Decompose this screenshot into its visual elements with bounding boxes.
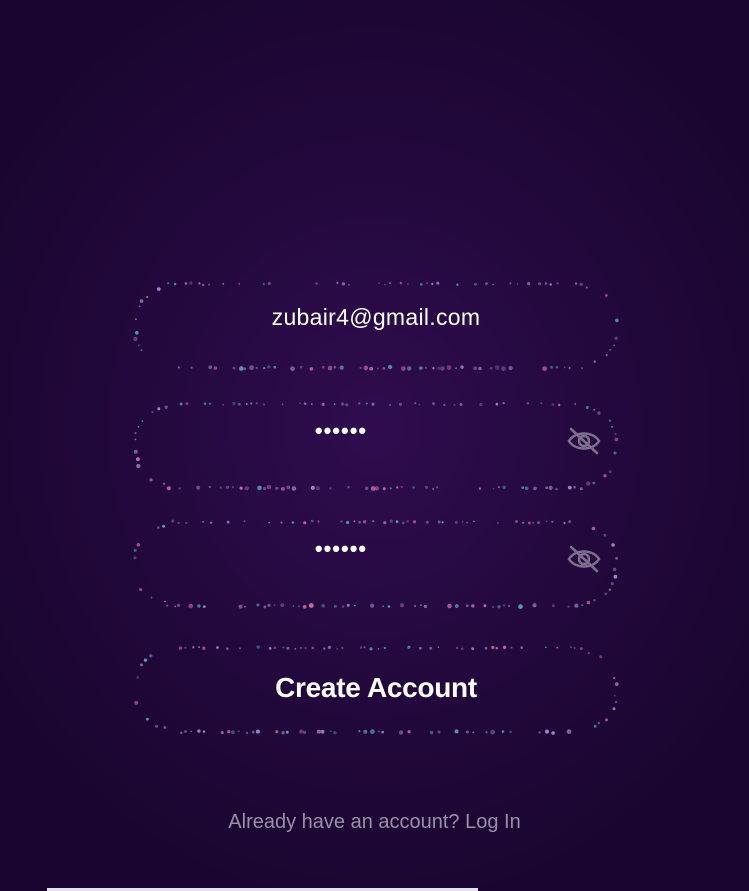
- password-field[interactable]: ••••••: [133, 402, 619, 496]
- login-link[interactable]: Already have an account? Log In: [0, 811, 749, 834]
- confirm-password-field[interactable]: ••••••: [133, 519, 618, 614]
- email-input-value: zubair4@gmail.com: [271, 304, 481, 330]
- password-input-value: ••••••: [314, 418, 368, 443]
- email-field[interactable]: zubair4@gmail.com: [133, 281, 619, 376]
- confirm-password-input-value: ••••••: [314, 536, 368, 561]
- eye-off-icon[interactable]: [566, 426, 602, 456]
- create-account-button[interactable]: Create Account: [134, 645, 619, 740]
- eye-off-icon[interactable]: [566, 544, 602, 574]
- create-account-label: Create Account: [275, 672, 477, 703]
